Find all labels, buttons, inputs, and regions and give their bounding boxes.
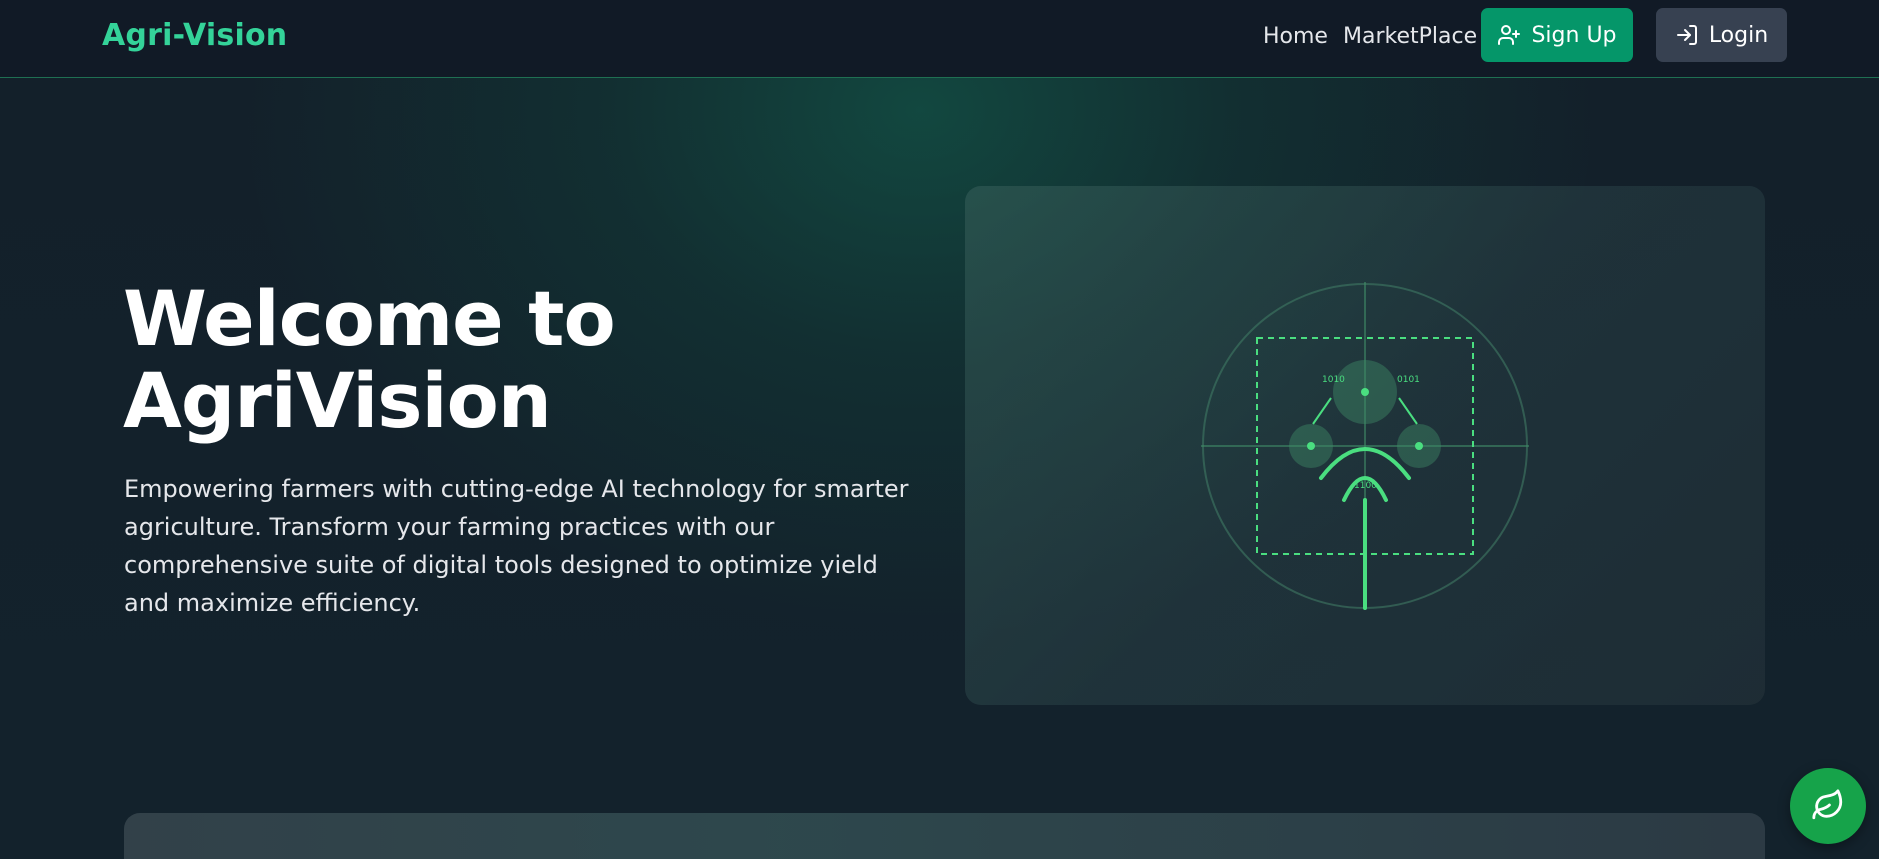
hero-title-line1: Welcome to xyxy=(123,274,616,363)
hero-description: Empowering farmers with cutting-edge AI … xyxy=(124,475,909,617)
leaf-fab-button[interactable] xyxy=(1790,768,1866,844)
hero-title-line2: AgriVision xyxy=(123,356,552,445)
binary-label-center: 1100 xyxy=(1354,481,1377,491)
navbar: Agri-Vision Home MarketPlace Sign Up Log… xyxy=(0,0,1879,78)
sign-up-label: Sign Up xyxy=(1531,22,1617,48)
hero-title: Welcome to AgriVision xyxy=(123,278,923,442)
login-button[interactable]: Login xyxy=(1656,8,1787,62)
leaf-icon xyxy=(1811,788,1845,825)
binary-label-left: 1010 xyxy=(1322,375,1345,385)
nav-link-home[interactable]: Home xyxy=(1263,24,1328,49)
hero-visual-card: 1010 0101 1100 xyxy=(965,186,1765,705)
features-card xyxy=(124,813,1765,859)
user-plus-icon xyxy=(1497,23,1521,47)
login-label: Login xyxy=(1708,22,1769,48)
ai-plant-scanner-illustration: 1010 0101 1100 xyxy=(1201,282,1529,610)
nav-link-marketplace[interactable]: MarketPlace xyxy=(1343,24,1477,49)
log-in-icon xyxy=(1675,23,1699,47)
brand-logo[interactable]: Agri-Vision xyxy=(102,18,287,53)
binary-label-right: 0101 xyxy=(1397,375,1420,385)
sign-up-button[interactable]: Sign Up xyxy=(1481,8,1633,62)
